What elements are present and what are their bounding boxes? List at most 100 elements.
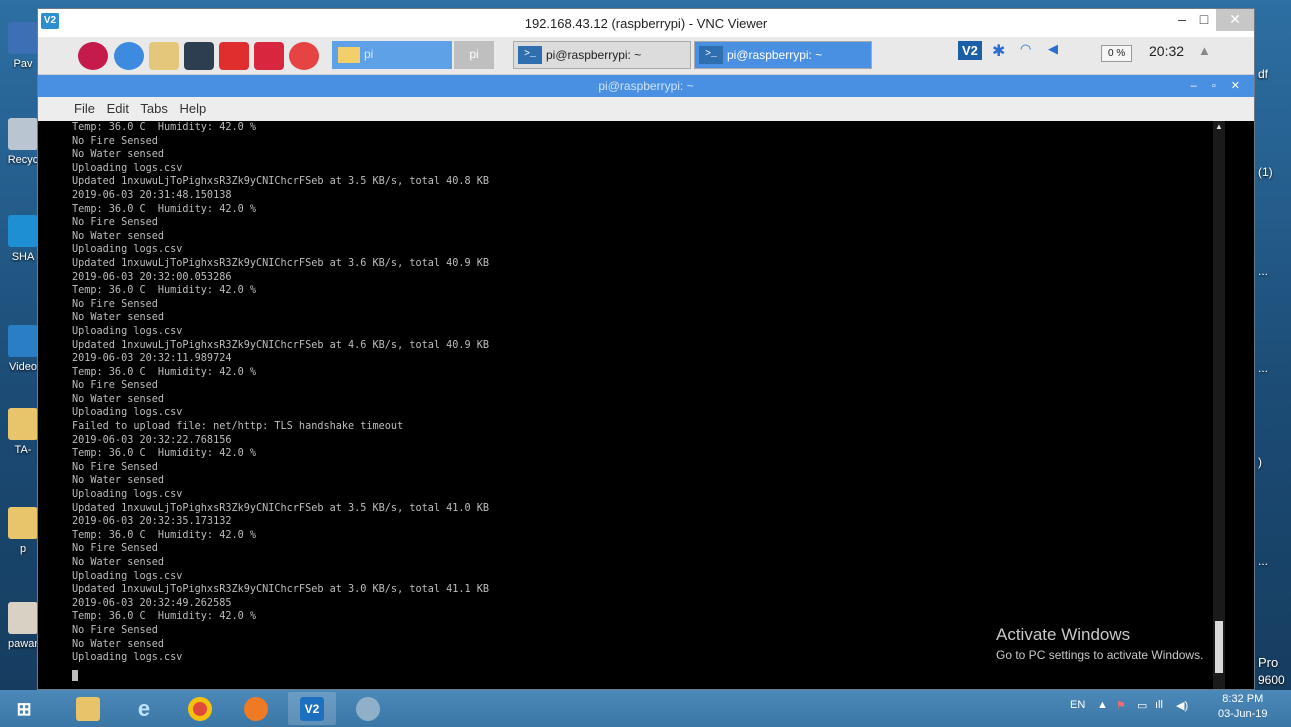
panel-clock: 20:32	[1149, 43, 1185, 59]
wolfram-icon[interactable]	[219, 42, 249, 70]
terminal-line: No Water sensed	[72, 230, 165, 242]
terminal-line: No Water sensed	[72, 393, 165, 405]
terminal-line: Temp: 36.0 C Humidity: 42.0 %	[72, 203, 257, 215]
battery-icon[interactable]: ▭	[1137, 699, 1147, 712]
terminal-line: No Water sensed	[72, 149, 165, 161]
folder-pi-task[interactable]: pi	[332, 41, 452, 69]
taskbar-chrome[interactable]	[176, 692, 224, 725]
activate-windows-watermark: Activate Windows Go to PC settings to ac…	[996, 625, 1203, 662]
action-center-flag-icon[interactable]: ⚑	[1116, 699, 1126, 712]
volume-icon[interactable]: ◀	[1048, 41, 1058, 57]
raspberry-pi-panel: pi pi >_ pi@raspberrypi: ~ >_ pi@raspberry…	[38, 37, 1254, 75]
computer-icon	[8, 22, 38, 54]
terminal-line: 2019-06-03 20:32:22.768156	[72, 434, 232, 446]
terminal-launcher-icon[interactable]	[184, 42, 214, 70]
app-icon	[8, 215, 38, 247]
close-button[interactable]: ✕	[1216, 9, 1254, 31]
terminal-menubar: File Edit Tabs Help	[38, 97, 1254, 121]
terminal-line: 2019-06-03 20:32:00.053286	[72, 271, 232, 283]
desktop-label-fragment: df	[1258, 67, 1269, 81]
desktop-label-fragment: ...	[1258, 264, 1269, 278]
clock-time: 8:32 PM	[1222, 693, 1264, 705]
terminal-line: Temp: 36.0 C Humidity: 42.0 %	[72, 448, 257, 460]
terminal-output[interactable]: Temp: 36.0 C Humidity: 42.0 % No Fire Sen…	[72, 121, 1217, 689]
show-hidden-icons-icon[interactable]: ▲	[1097, 699, 1108, 711]
chrome-icon	[188, 697, 212, 721]
video-icon	[8, 325, 38, 357]
folder-tab[interactable]: pi	[454, 41, 494, 69]
taskbar-clock[interactable]: 8:32 PM 03-Jun-19	[1218, 692, 1268, 722]
menu-help[interactable]: Help	[179, 101, 206, 116]
scrollbar-thumb[interactable]	[1215, 621, 1223, 673]
terminal-line: Uploading logs.csv	[72, 244, 183, 256]
terminal-lines: Temp: 36.0 C Humidity: 42.0 % No Fire Sen…	[72, 121, 1217, 665]
terminal-line: Uploading logs.csv	[72, 570, 183, 582]
menu-file[interactable]: File	[74, 101, 95, 116]
terminal-line: No Fire Sensed	[72, 135, 158, 147]
terminal-line: Uploading logs.csv	[72, 489, 183, 501]
vnc-server-icon[interactable]: V2	[958, 41, 982, 60]
network-signal-icon[interactable]: ıll	[1155, 699, 1163, 711]
taskbar-vnc-viewer[interactable]: V2	[288, 692, 336, 725]
window-title: 192.168.43.12 (raspberrypi) - VNC Viewer	[524, 16, 768, 31]
scroll-up-arrow-icon[interactable]: ▲	[1215, 123, 1223, 131]
terminal-line: Failed to upload file: net/http: TLS han…	[72, 421, 404, 433]
shutdown-icon[interactable]	[289, 42, 319, 70]
cpu-usage-meter: 0 %	[1101, 45, 1133, 62]
terminal-line: No Fire Sensed	[72, 298, 158, 310]
terminal-line: Uploading logs.csv	[72, 407, 183, 419]
menu-edit[interactable]: Edit	[107, 101, 129, 116]
user-photo-icon	[8, 602, 38, 634]
desktop-label-fragment: )	[1258, 455, 1262, 469]
activate-subtitle: Go to PC settings to activate Windows.	[996, 648, 1204, 662]
terminal-line: Temp: 36.0 C Humidity: 42.0 %	[72, 529, 257, 541]
taskbar-firefox[interactable]	[232, 692, 280, 725]
desktop-label-fragment: 9600	[1258, 673, 1285, 687]
folder-icon	[8, 408, 38, 440]
clock-date: 03-Jun-19	[1218, 708, 1268, 720]
terminal-line: Updated 1nxuwuLjToPighxsR3Zk9yCNIChcrFSe…	[72, 584, 490, 596]
terminal-task-2[interactable]: >_ pi@raspberrypi: ~	[694, 41, 872, 69]
terminal-line: No Fire Sensed	[72, 461, 158, 473]
wifi-icon[interactable]: ◠	[1020, 41, 1031, 57]
terminal-task-1[interactable]: >_ pi@raspberrypi: ~	[513, 41, 691, 69]
terminal-line: 2019-06-03 20:32:35.173132	[72, 516, 232, 528]
mathematica-icon[interactable]	[254, 42, 284, 70]
terminal-line: Updated 1nxuwuLjToPighxsR3Zk9yCNIChcrFSe…	[72, 257, 490, 269]
taskbar-file-explorer[interactable]	[64, 692, 112, 725]
taskbar-paint[interactable]	[344, 692, 392, 725]
terminal-line: No Water sensed	[72, 557, 165, 568]
maximize-button[interactable]: □	[1190, 9, 1218, 31]
terminal-icon: >_	[518, 46, 542, 64]
terminal-line: No Water sensed	[72, 312, 165, 324]
vnc-viewer-window: V2 192.168.43.12 (raspberrypi) - VNC Vie…	[37, 8, 1255, 690]
terminal-line: No Fire Sensed	[72, 217, 158, 229]
terminal-scrollbar[interactable]: ▲	[1213, 121, 1225, 689]
raspberry-menu-icon[interactable]	[78, 42, 108, 70]
terminal-line: 2019-06-03 20:32:11.989724	[72, 353, 232, 365]
folder-icon	[8, 507, 38, 539]
start-button[interactable]: ⊞	[0, 692, 48, 725]
menu-tabs[interactable]: Tabs	[140, 101, 167, 116]
web-browser-icon[interactable]	[114, 42, 144, 70]
terminal-line: No Fire Sensed	[72, 380, 158, 392]
terminal-titlebar[interactable]: pi@raspberrypi: ~ – ▫ ✕	[38, 75, 1254, 97]
language-indicator[interactable]: EN	[1070, 699, 1085, 711]
file-manager-icon[interactable]	[149, 42, 179, 70]
terminal-icon: >_	[699, 46, 723, 64]
speaker-icon[interactable]: ◀)	[1176, 699, 1188, 712]
terminal-line: Updated 1nxuwuLjToPighxsR3Zk9yCNIChcrFSe…	[72, 339, 490, 351]
terminal-line: 2019-06-03 20:32:49.262585	[72, 597, 232, 609]
terminal-line: Uploading logs.csv	[72, 162, 183, 174]
desktop-label-fragment: (1)	[1258, 165, 1273, 179]
internet-explorer-icon: e	[137, 696, 151, 721]
vnc-viewer-icon: V2	[300, 697, 324, 721]
vnc-titlebar[interactable]: V2 192.168.43.12 (raspberrypi) - VNC Vie…	[38, 9, 1254, 37]
terminal-line: Temp: 36.0 C Humidity: 42.0 %	[72, 611, 257, 623]
eject-icon[interactable]: ▲	[1198, 43, 1211, 58]
terminal-title: pi@raspberrypi: ~	[598, 79, 694, 93]
taskbar-internet-explorer[interactable]: e	[120, 692, 168, 725]
terminal-window-controls[interactable]: – ▫ ✕	[1191, 75, 1246, 97]
bluetooth-icon[interactable]: ✱	[992, 41, 1005, 61]
terminal-line: 2019-06-03 20:31:48.150138	[72, 189, 232, 201]
